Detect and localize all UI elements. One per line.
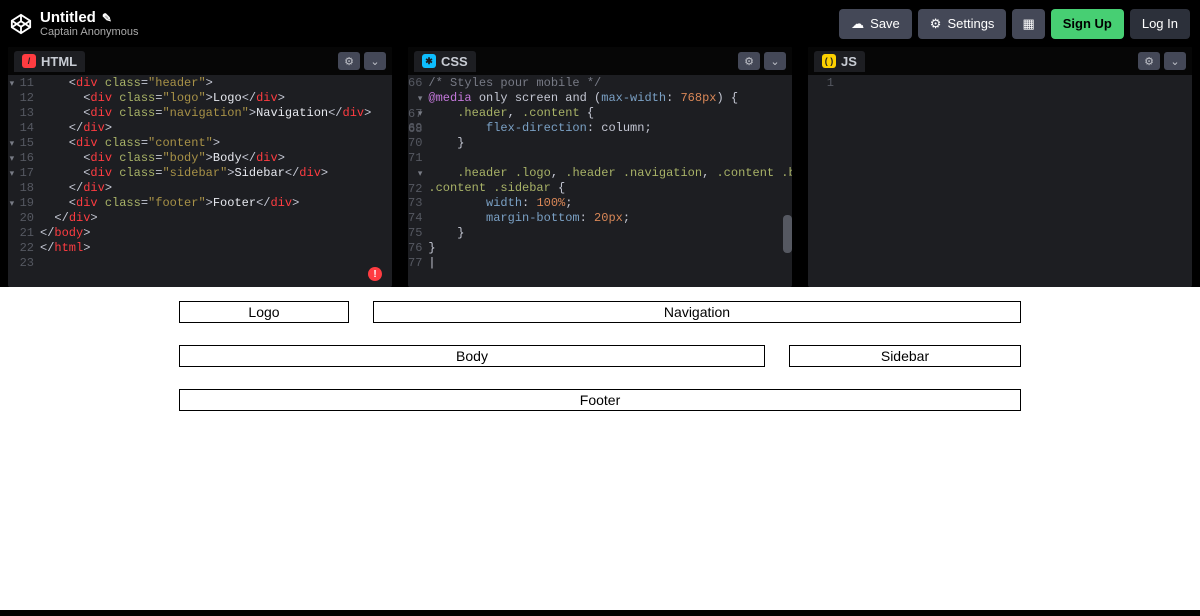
preview-frame: Logo Navigation Body Sidebar Footer bbox=[0, 287, 1200, 610]
js-pane-badge[interactable]: ( ) JS bbox=[814, 51, 865, 72]
layout-icon: ▦ bbox=[1022, 16, 1034, 32]
css-gutter: 66 ▾ 67 ▾ 68 69 70 71 ▾ 72 73 74 75 76 7… bbox=[408, 76, 428, 287]
html-gutter: ▾ 11 12 13 14 ▾ 15 ▾ 16 ▾ 17 18 ▾ 19 20 … bbox=[8, 76, 40, 287]
css-editor[interactable]: 66 ▾ 67 ▾ 68 69 70 71 ▾ 72 73 74 75 76 7… bbox=[408, 75, 792, 287]
js-editor[interactable]: 1 bbox=[808, 75, 1192, 287]
error-indicator-icon[interactable]: ! bbox=[368, 267, 382, 281]
preview-footer: Footer bbox=[179, 389, 1021, 411]
js-gutter: 1 bbox=[808, 76, 840, 287]
top-buttons: ☁Save ⚙Settings ▦ Sign Up Log In bbox=[839, 9, 1190, 39]
pen-author[interactable]: Captain Anonymous bbox=[40, 26, 839, 38]
html-pane-header: / HTML ⚙ ⌄ bbox=[8, 47, 392, 75]
save-button[interactable]: ☁Save bbox=[839, 9, 912, 39]
preview-navigation: Navigation bbox=[373, 301, 1021, 323]
codepen-logo-icon[interactable] bbox=[10, 13, 32, 35]
html-editor[interactable]: ▾ 11 12 13 14 ▾ 15 ▾ 16 ▾ 17 18 ▾ 19 20 … bbox=[8, 75, 392, 287]
css-settings-icon[interactable]: ⚙ bbox=[738, 52, 760, 70]
css-chevron-down-icon[interactable]: ⌄ bbox=[764, 52, 786, 70]
editors-row: / HTML ⚙ ⌄ ▾ 11 12 13 14 ▾ 15 ▾ 16 ▾ 17 … bbox=[0, 47, 1200, 287]
gear-icon: ⚙ bbox=[930, 16, 942, 32]
html-badge-icon: / bbox=[22, 54, 36, 68]
preview-sidebar: Sidebar bbox=[789, 345, 1021, 367]
cloud-icon: ☁ bbox=[851, 16, 864, 32]
html-pane: / HTML ⚙ ⌄ ▾ 11 12 13 14 ▾ 15 ▾ 16 ▾ 17 … bbox=[8, 47, 392, 287]
css-code[interactable]: /* Styles pour mobile */ @media only scr… bbox=[428, 76, 792, 287]
css-badge-icon: ✱ bbox=[422, 54, 436, 68]
html-settings-icon[interactable]: ⚙ bbox=[338, 52, 360, 70]
pen-title[interactable]: Untitled bbox=[40, 9, 96, 26]
signup-button[interactable]: Sign Up bbox=[1051, 9, 1124, 39]
css-pane-badge[interactable]: ✱ CSS bbox=[414, 51, 476, 72]
layout-button[interactable]: ▦ bbox=[1012, 9, 1044, 39]
edit-title-icon[interactable]: ✎ bbox=[102, 11, 112, 25]
css-pane: ✱ CSS ⚙ ⌄ 66 ▾ 67 ▾ 68 69 70 71 ▾ 72 73 … bbox=[408, 47, 792, 287]
bottom-bar bbox=[0, 610, 1200, 616]
js-chevron-down-icon[interactable]: ⌄ bbox=[1164, 52, 1186, 70]
html-pane-badge[interactable]: / HTML bbox=[14, 51, 85, 72]
settings-button[interactable]: ⚙Settings bbox=[918, 9, 1007, 39]
html-chevron-down-icon[interactable]: ⌄ bbox=[364, 52, 386, 70]
js-settings-icon[interactable]: ⚙ bbox=[1138, 52, 1160, 70]
top-bar: Untitled ✎ Captain Anonymous ☁Save ⚙Sett… bbox=[0, 0, 1200, 47]
preview-body: Body bbox=[179, 345, 765, 367]
js-badge-icon: ( ) bbox=[822, 54, 836, 68]
preview-logo: Logo bbox=[179, 301, 349, 323]
title-block: Untitled ✎ Captain Anonymous bbox=[40, 9, 839, 38]
login-button[interactable]: Log In bbox=[1130, 9, 1190, 39]
js-pane-header: ( ) JS ⚙ ⌄ bbox=[808, 47, 1192, 75]
css-pane-header: ✱ CSS ⚙ ⌄ bbox=[408, 47, 792, 75]
js-pane: ( ) JS ⚙ ⌄ 1 bbox=[808, 47, 1192, 287]
html-code[interactable]: <div class="header"> <div class="logo">L… bbox=[40, 76, 392, 287]
css-scrollbar-thumb[interactable] bbox=[783, 215, 792, 253]
js-code[interactable] bbox=[840, 76, 1192, 287]
